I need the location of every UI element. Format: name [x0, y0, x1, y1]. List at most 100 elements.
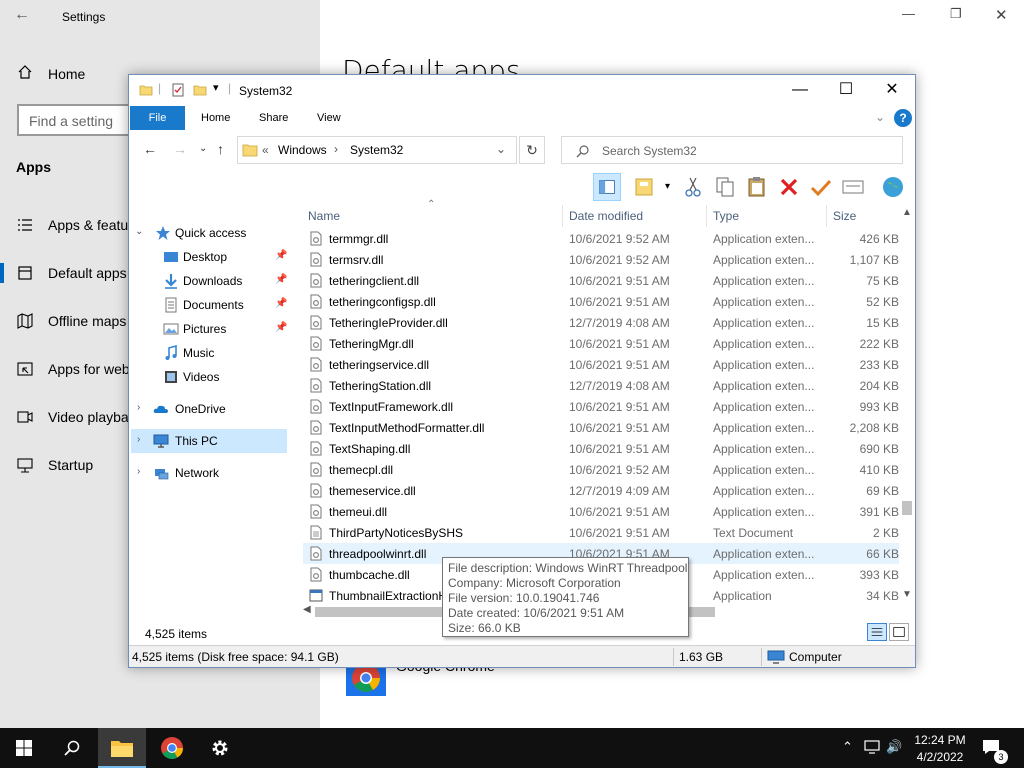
file-row[interactable]: ThirdPartyNoticesBySHS 10/6/2021 9:51 AM T…	[303, 522, 899, 543]
expand-chevron-icon[interactable]: ›	[137, 466, 140, 477]
start-button[interactable]	[0, 728, 48, 768]
tab-view[interactable]: View	[305, 106, 353, 130]
tree-downloads[interactable]: Downloads 📌	[131, 269, 287, 293]
properties-card-icon[interactable]	[839, 173, 867, 201]
settings-minimize-button[interactable]: —	[902, 6, 915, 21]
tab-home[interactable]: Home	[189, 106, 242, 130]
column-type[interactable]: Type	[713, 209, 739, 223]
tree-documents[interactable]: Documents 📌	[131, 293, 287, 317]
tree-videos[interactable]: Videos	[131, 365, 287, 389]
status-divider	[761, 648, 762, 666]
large-icons-view-icon[interactable]	[889, 623, 909, 641]
rename-check-icon[interactable]	[807, 173, 835, 201]
expand-ribbon-icon[interactable]: ⌄	[875, 110, 885, 124]
pin-icon[interactable]: 📌	[275, 250, 287, 261]
cut-icon[interactable]	[679, 173, 707, 201]
address-dropdown-icon[interactable]: ⌄	[496, 142, 506, 156]
tree-this-pc[interactable]: › This PC	[131, 429, 287, 453]
breadcrumb-system32[interactable]: System32	[350, 143, 403, 157]
volume-icon[interactable]: 🔊	[886, 739, 902, 755]
scroll-left-icon[interactable]: ◀	[303, 604, 311, 615]
file-row[interactable]: TetheringIeProvider.dll 12/7/2019 4:08 AM…	[303, 312, 899, 333]
copy-icon[interactable]	[711, 173, 739, 201]
explorer-titlebar[interactable]: | ▾ | System32 — ☐ ✕	[129, 75, 915, 106]
file-row[interactable]: TetheringStation.dll 12/7/2019 4:08 AM App…	[303, 375, 899, 396]
file-row[interactable]: themeui.dll 10/6/2021 9:51 AM Application …	[303, 501, 899, 522]
scroll-down-icon[interactable]: ▼	[902, 589, 912, 600]
paste-icon[interactable]	[743, 173, 771, 201]
status-disk-info: 4,525 items (Disk free space: 94.1 GB)	[132, 650, 339, 664]
forward-button[interactable]: →	[173, 141, 187, 157]
tree-quick-access[interactable]: ⌄ Quick access	[131, 221, 287, 245]
tree-pictures[interactable]: Pictures 📌	[131, 317, 287, 341]
file-row[interactable]: TetheringMgr.dll 10/6/2021 9:51 AM Applica…	[303, 333, 899, 354]
taskbar-chrome[interactable]	[148, 728, 196, 768]
properties-icon[interactable]	[171, 83, 185, 97]
close-button[interactable]: ✕	[869, 75, 915, 105]
settings-home-link[interactable]: Home	[48, 66, 85, 82]
expand-chevron-icon[interactable]: ›	[137, 434, 140, 445]
help-icon[interactable]: ?	[894, 109, 912, 127]
minimize-button[interactable]: —	[777, 75, 823, 105]
details-view-icon[interactable]	[867, 623, 887, 641]
search-input[interactable]: Search System32	[561, 136, 903, 164]
maximize-button[interactable]: ☐	[823, 75, 869, 105]
column-date-modified[interactable]: Date modified	[569, 209, 643, 223]
address-overflow[interactable]: «	[262, 143, 269, 157]
preview-pane-icon[interactable]	[593, 173, 621, 201]
file-row[interactable]: TextInputFramework.dll 10/6/2021 9:51 AM A…	[303, 396, 899, 417]
file-row[interactable]: TextShaping.dll 10/6/2021 9:51 AM Applicat…	[303, 438, 899, 459]
scrollbar-thumb[interactable]	[902, 501, 912, 515]
customize-quick-access-icon[interactable]: ▾	[213, 81, 219, 94]
views-dropdown-icon[interactable]: ▾	[665, 181, 670, 192]
column-name[interactable]: Name	[308, 209, 340, 223]
dll-file-icon	[310, 273, 322, 288]
recent-locations-icon[interactable]: ⌄	[199, 143, 207, 154]
taskbar-search-button[interactable]	[48, 728, 96, 768]
tree-network[interactable]: › Network	[131, 461, 287, 485]
vertical-scrollbar[interactable]: ▲ ▼	[899, 205, 915, 603]
settings-nav-label: Offline maps	[48, 313, 127, 329]
clock-time[interactable]: 12:24 PM	[914, 733, 966, 747]
up-button[interactable]: ↑	[217, 141, 224, 157]
taskbar-settings[interactable]	[196, 728, 244, 768]
pin-icon[interactable]: 📌	[275, 274, 287, 285]
column-divider[interactable]	[562, 205, 563, 227]
settings-close-button[interactable]: ✕	[995, 6, 1008, 24]
expand-chevron-icon[interactable]: ›	[137, 402, 140, 413]
column-divider[interactable]	[826, 205, 827, 227]
tree-music[interactable]: Music	[131, 341, 287, 365]
collapse-chevron-icon[interactable]: ⌄	[135, 226, 143, 237]
clock-date[interactable]: 4/2/2022	[914, 750, 966, 764]
file-row[interactable]: tetheringservice.dll 10/6/2021 9:51 AM App…	[303, 354, 899, 375]
address-bar[interactable]: « Windows › System32 ⌄	[237, 136, 517, 164]
new-folder-icon[interactable]	[193, 83, 207, 97]
file-row[interactable]: themecpl.dll 10/6/2021 9:52 AM Application…	[303, 459, 899, 480]
tree-desktop[interactable]: Desktop 📌	[131, 245, 287, 269]
tab-file[interactable]: File	[130, 106, 185, 130]
file-row[interactable]: termsrv.dll 10/6/2021 9:52 AM Application …	[303, 249, 899, 270]
network-icon[interactable]	[864, 739, 880, 755]
globe-icon[interactable]	[879, 173, 907, 201]
column-size[interactable]: Size	[833, 209, 856, 223]
column-divider[interactable]	[706, 205, 707, 227]
show-hidden-icons-icon[interactable]: ⌃	[842, 739, 853, 755]
tree-onedrive[interactable]: › OneDrive	[131, 397, 287, 421]
file-row[interactable]: tetheringclient.dll 10/6/2021 9:51 AM Appl…	[303, 270, 899, 291]
file-row[interactable]: TextInputMethodFormatter.dll 10/6/2021 9:…	[303, 417, 899, 438]
scroll-up-icon[interactable]: ▲	[902, 207, 912, 218]
pin-icon[interactable]: 📌	[275, 298, 287, 309]
breadcrumb-windows[interactable]: Windows	[278, 143, 327, 157]
views-icon[interactable]	[631, 173, 659, 201]
tab-share[interactable]: Share	[247, 106, 300, 130]
refresh-button[interactable]: ↻	[519, 136, 545, 164]
taskbar-file-explorer[interactable]	[98, 728, 146, 768]
pin-icon[interactable]: 📌	[275, 322, 287, 333]
delete-icon[interactable]	[775, 173, 803, 201]
file-row[interactable]: termmgr.dll 10/6/2021 9:52 AM Application …	[303, 228, 899, 249]
back-button[interactable]: ←	[143, 141, 157, 157]
file-row[interactable]: tetheringconfigsp.dll 10/6/2021 9:51 AM Ap…	[303, 291, 899, 312]
settings-restore-button[interactable]: ❐	[950, 6, 962, 22]
back-arrow-icon[interactable]: ←	[14, 6, 30, 24]
file-row[interactable]: themeservice.dll 12/7/2019 4:09 AM Applica…	[303, 480, 899, 501]
